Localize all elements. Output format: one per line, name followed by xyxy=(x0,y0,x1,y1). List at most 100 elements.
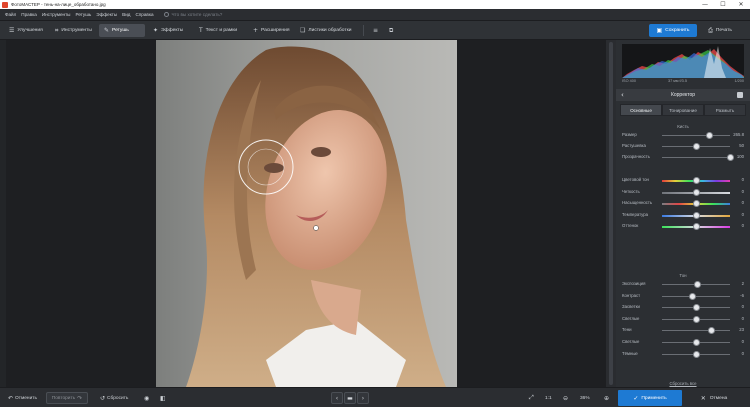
vertical-scrollbar[interactable] xyxy=(606,40,616,387)
slider-knob[interactable] xyxy=(692,211,700,219)
histogram xyxy=(622,44,744,78)
slider-knob[interactable] xyxy=(692,200,700,207)
slider-knob[interactable] xyxy=(726,154,734,161)
slider-knob[interactable] xyxy=(692,339,700,346)
undo-button[interactable]: ↶ Отменить xyxy=(8,392,37,404)
save-button-label: Сохранить xyxy=(665,28,690,33)
zoom-1-1-button[interactable]: 1:1 xyxy=(545,392,552,404)
prev-image-button[interactable]: ‹ xyxy=(331,392,343,404)
slider-value: 0 xyxy=(741,223,744,228)
menu-retouch[interactable]: Ретушь xyxy=(75,12,91,17)
menu-search[interactable]: Что вы хотите сделать? xyxy=(163,12,223,17)
crop-icon: ⌗ xyxy=(55,26,59,34)
slider-label: Оттенок xyxy=(622,223,639,228)
search-placeholder: Что вы хотите сделать? xyxy=(171,12,223,17)
save-icon: ▣ xyxy=(656,27,663,34)
save-button[interactable]: ▣ Сохранить xyxy=(649,24,697,37)
slider-knob[interactable] xyxy=(692,350,700,358)
slider-knob[interactable] xyxy=(706,132,714,139)
slider-row-tone-4: Тени 23 xyxy=(622,326,744,335)
maximize-button[interactable]: ☐ xyxy=(714,0,732,9)
zoom-in-button[interactable]: ⊕ xyxy=(604,392,611,404)
tab-enhance-label: Улучшения xyxy=(17,28,43,33)
app-logo-icon xyxy=(2,1,8,8)
compare-icon: ⧉ xyxy=(389,26,394,34)
check-icon: ✓ xyxy=(633,394,639,402)
tab-effects[interactable]: ✦ Эффекты xyxy=(148,24,188,37)
portrait-photo xyxy=(156,40,457,387)
close-window-button[interactable]: ✕ xyxy=(732,0,750,9)
histogram-lens: 37 мм f/3.5 xyxy=(668,79,687,83)
tab-enhance[interactable]: ☰ Улучшения xyxy=(4,24,48,37)
slider-knob[interactable] xyxy=(692,315,700,323)
toggle-checkbox[interactable] xyxy=(737,92,743,98)
slider-knob[interactable] xyxy=(692,304,700,312)
menu-help[interactable]: Справка xyxy=(135,12,153,17)
slider-label: Засветки xyxy=(622,304,640,310)
menu-view[interactable]: Вид xyxy=(122,12,130,17)
next-image-button[interactable]: › xyxy=(357,392,369,404)
slider-knob[interactable] xyxy=(689,292,697,300)
reset-all-link[interactable]: Сбросить все xyxy=(616,381,750,386)
slider-label: Светлые xyxy=(622,315,640,321)
tab-basic[interactable]: Основные xyxy=(620,104,662,116)
slider-knob[interactable] xyxy=(692,143,700,150)
photo[interactable] xyxy=(156,40,457,387)
slider-row-tone-2: Засветки 0 xyxy=(622,303,744,312)
slider-row-tone-0: Экспозиция 2 xyxy=(622,280,744,289)
fit-screen-button[interactable]: ⤢ xyxy=(529,392,536,404)
cancel-button[interactable]: ✕ Отмена xyxy=(684,390,744,406)
tab-retouch[interactable]: ✎ Ретушь xyxy=(99,24,145,37)
photo-canvas[interactable] xyxy=(6,40,606,387)
slider-knob[interactable] xyxy=(692,188,700,196)
menu-file[interactable]: Файл xyxy=(5,12,16,17)
slider-value: -6 xyxy=(740,292,744,298)
brush-section-title: Кисть xyxy=(677,124,689,129)
toolbar-divider xyxy=(363,25,364,36)
slider-row-color-0: Цветовой тон 0 xyxy=(622,176,744,185)
slider-track[interactable] xyxy=(662,330,730,332)
tab-tools[interactable]: ⌗ Инструменты xyxy=(50,24,97,37)
slider-knob[interactable] xyxy=(692,223,700,230)
right-panel: ISO 400 37 мм f/3.5 1/200 ‹ Корректор Ос… xyxy=(616,40,750,387)
redo-button[interactable]: Повторить ↷ xyxy=(46,392,88,404)
slider-track[interactable] xyxy=(662,157,730,158)
sliders-icon: ☰ xyxy=(9,27,15,34)
split-view-button[interactable]: ◧ xyxy=(160,392,168,404)
slider-value: 0 xyxy=(741,211,744,217)
print-button-label: Печать xyxy=(715,28,732,33)
bottom-bar: ↶ Отменить Повторить ↷ ↺ Сбросить ◉ ◧ ‹ ▬ ›… xyxy=(0,387,750,407)
tab-blur[interactable]: Размыть xyxy=(704,104,746,116)
tab-extras-label: Расширения xyxy=(261,28,290,33)
reset-button[interactable]: ↺ Сбросить xyxy=(100,392,128,404)
print-button[interactable]: ⎙ Печать xyxy=(700,24,740,37)
slider-row-tone-5: Светлые 0 xyxy=(622,338,744,347)
corrector-tabs: Основные Тонирование Размыть xyxy=(620,104,746,116)
compare-button[interactable]: ⧉ xyxy=(384,24,401,37)
plus-icon: + xyxy=(253,27,259,34)
minimize-button[interactable]: — xyxy=(696,0,714,9)
menu-edit[interactable]: Правка xyxy=(21,12,37,17)
preview-button[interactable]: ◉ xyxy=(144,392,151,404)
back-chevron-icon[interactable]: ‹ xyxy=(621,91,624,99)
slider-value: 0 xyxy=(741,304,744,310)
slider-track[interactable] xyxy=(662,135,730,136)
slider-knob[interactable] xyxy=(693,281,701,288)
tab-toning[interactable]: Тонирование xyxy=(662,104,704,116)
slider-knob[interactable] xyxy=(708,327,716,335)
tab-exposure[interactable]: ❏ Листики обработки xyxy=(295,24,356,37)
redo-icon: ↷ xyxy=(77,394,83,402)
apply-label: Применить xyxy=(641,395,667,401)
menu-tools[interactable]: Инструменты xyxy=(42,12,71,17)
scrollbar-thumb[interactable] xyxy=(609,42,613,385)
zoom-out-button[interactable]: ⊖ xyxy=(563,392,570,404)
tab-text-frames[interactable]: T Текст и рамки xyxy=(194,24,242,37)
fit-screen-icon: ⤢ xyxy=(529,394,534,401)
slider-row-tone-1: Контраст -6 xyxy=(622,292,744,301)
slider-row-color-1: Четкость 0 xyxy=(622,188,744,197)
menu-effects[interactable]: Эффекты xyxy=(96,12,117,17)
tab-extras[interactable]: + Расширения xyxy=(248,24,294,37)
apply-button[interactable]: ✓ Применить xyxy=(618,390,682,406)
slider-knob[interactable] xyxy=(692,177,700,184)
gallery-button[interactable]: ▬ xyxy=(344,392,356,404)
